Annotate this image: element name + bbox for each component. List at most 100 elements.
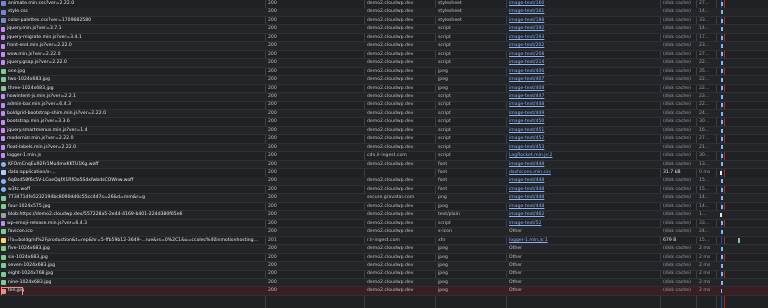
initiator-cell[interactable]: image-text/214 bbox=[509, 59, 577, 67]
request-name-cell[interactable]: bootstrap.min.js?ver=3.3.6 bbox=[0, 118, 259, 126]
table-row[interactable]: eight-1024x768.jpg 200 demo2.cloudwp.dev jp… bbox=[0, 270, 768, 279]
request-name-cell[interactable]: KFOmCnqEu92Fr1Mu4mxKKTU1Kg.woff bbox=[0, 161, 259, 169]
table-row[interactable]: i?a=boldgrid%2Fproduction&t=rep&hr=5-ffb… bbox=[0, 237, 768, 246]
table-row[interactable]: nine-1024x683.jpg 200 demo2.cloudwp.dev jpe… bbox=[0, 278, 768, 288]
request-name-cell[interactable]: blob:https://demo2.cloudwp.dev/557228a5-… bbox=[0, 211, 259, 219]
table-row[interactable]: color-palettes.css?ver=1709682580 200 demo… bbox=[0, 17, 768, 26]
request-name[interactable]: two-1024x683.jpg bbox=[8, 77, 50, 82]
initiator-cell[interactable]: image-text/451 bbox=[509, 127, 577, 135]
request-name[interactable]: front-end.min.js?ver=2.22.0 bbox=[7, 43, 72, 48]
request-name[interactable]: animate.min.css?ver=2.22.0 bbox=[8, 1, 74, 6]
request-name-cell[interactable]: four-1024x575.jpg bbox=[0, 203, 259, 211]
initiator-cell[interactable]: image-text/208 bbox=[509, 51, 577, 59]
request-name-cell[interactable]: 7734714fe5232194bc8090dd0c55cc447s=26&d=… bbox=[0, 194, 259, 202]
table-row[interactable]: jquery.min.js?ver=3.7.1 200 demo2.cloudwp.… bbox=[0, 25, 768, 34]
request-name-cell[interactable]: data:application/x-... bbox=[0, 169, 259, 177]
table-row[interactable]: bootstrap.min.js?ver=3.3.6 200 demo2.cloud… bbox=[0, 118, 768, 127]
request-name-cell[interactable]: front-end.min.js?ver=2.22.0 bbox=[0, 42, 259, 50]
request-name[interactable]: blob:https://demo2.cloudwp.dev/557228a5-… bbox=[8, 212, 182, 217]
request-name-cell[interactable]: wp-emoji-release.min.js?ver=6.4.3 bbox=[0, 220, 259, 228]
request-name[interactable]: eight-1024x768.jpg bbox=[8, 271, 53, 276]
request-name-cell[interactable]: animate.min.css?ver=2.22.0 bbox=[0, 0, 259, 8]
initiator-cell[interactable]: image-text/448 bbox=[509, 177, 577, 185]
initiator-cell[interactable]: image-text/462 bbox=[509, 211, 577, 219]
table-row[interactable]: five-1024x683.jpg 200 demo2.cloudwp.dev jpe… bbox=[0, 245, 768, 254]
request-name-cell[interactable]: admin-bar.min.js?ver=6.4.3 bbox=[0, 101, 259, 109]
initiator-cell[interactable]: logger-1.min.js:1 bbox=[509, 237, 577, 245]
table-row[interactable]: four-1024x575.jpg 200 demo2.cloudwp.dev jpe… bbox=[0, 203, 768, 212]
request-name[interactable]: wow.min.js?ver=2.22.0 bbox=[7, 52, 61, 57]
request-name-cell[interactable]: favicon.ico bbox=[0, 228, 259, 236]
table-row[interactable]: boldgrid-bootstrap-shim.min.js?ver=2.22.… bbox=[0, 109, 768, 119]
table-row[interactable]: 7734714fe5232194bc8090dd0c55cc447s=26&d=… bbox=[0, 194, 768, 203]
request-name[interactable]: float-labels.min.js?ver=2.22.0 bbox=[7, 145, 76, 150]
initiator-cell[interactable]: image-text/448 bbox=[509, 186, 577, 194]
initiator-cell[interactable]: image-text/160 bbox=[509, 0, 577, 8]
request-name[interactable]: admin-bar.min.js?ver=6.4.3 bbox=[7, 102, 71, 107]
request-name-cell[interactable]: color-palettes.css?ver=1709682580 bbox=[0, 17, 259, 25]
request-name[interactable]: jquery.min.js?ver=3.7.1 bbox=[7, 26, 62, 31]
table-row[interactable]: jquery.gsap.js?ver=2.22.0 200 demo2.cloudw… bbox=[0, 59, 768, 68]
request-name-cell[interactable]: jquery.min.js?ver=3.7.1 bbox=[0, 25, 259, 33]
initiator-cell[interactable]: dashicons.min.css bbox=[509, 169, 577, 177]
table-row[interactable]: admin-bar.min.js?ver=6.4.3 200 demo2.cloud… bbox=[0, 101, 768, 110]
request-name[interactable]: data:application/x-... bbox=[8, 170, 56, 175]
table-row[interactable]: float-labels.min.js?ver=2.22.0 200 demo2.c… bbox=[0, 143, 768, 153]
request-name-cell[interactable]: wow.min.js?ver=2.22.0 bbox=[0, 51, 259, 59]
request-name[interactable]: three-1024x683.jpg bbox=[8, 86, 54, 91]
table-row[interactable]: style.css 200 demo2.cloudwp.dev stylesheet i… bbox=[0, 8, 768, 18]
table-row[interactable]: howintent-js.min.js?ver=2.2.1 200 demo2.cl… bbox=[0, 92, 768, 102]
initiator-cell[interactable]: image-text/448 bbox=[509, 101, 577, 109]
table-row[interactable]: animate.min.css?ver=2.22.0 200 demo2.cloud… bbox=[0, 0, 768, 9]
initiator-cell[interactable]: image-text/188 bbox=[509, 17, 577, 25]
initiator-cell[interactable]: image-text/52 bbox=[509, 220, 577, 228]
initiator-cell[interactable]: image-text/450 bbox=[509, 118, 577, 126]
request-name[interactable]: i?a=boldgrid%2Fproduction&t=rep&hr=5-ffb… bbox=[8, 238, 259, 243]
table-row[interactable]: w3tc.woff 200 demo2.cloudwp.dev font image-t… bbox=[0, 186, 768, 195]
request-name[interactable]: favicon.ico bbox=[8, 229, 33, 234]
table-row[interactable]: seven-1024x683.jpg 200 demo2.cloudwp.dev jp… bbox=[0, 261, 768, 271]
request-name[interactable]: four-1024x575.jpg bbox=[8, 204, 50, 209]
request-name[interactable]: nine-1024x683.jpg bbox=[8, 280, 51, 285]
initiator-cell[interactable]: LogRocket.min.js:2 bbox=[509, 152, 577, 160]
initiator-cell[interactable]: image-text/448 bbox=[509, 161, 577, 169]
request-name-cell[interactable]: i?a=boldgrid%2Fproduction&t=rep&hr=5-ffb… bbox=[0, 237, 259, 245]
initiator-cell[interactable]: image-text/406 bbox=[509, 68, 577, 76]
table-row[interactable]: six-1024x683.jpg 200 demo2.cloudwp.dev jpeg… bbox=[0, 254, 768, 263]
table-row[interactable]: three-1024x683.jpg 200 demo2.cloudwp.dev jp… bbox=[0, 85, 768, 94]
request-name[interactable]: jquery.smartmenus.min.js?ver=1.4 bbox=[7, 128, 88, 133]
request-name-cell[interactable]: logger-1.min.js bbox=[0, 152, 259, 160]
initiator-cell[interactable]: image-text/407 bbox=[509, 76, 577, 84]
request-name[interactable]: bootstrap.min.js?ver=3.3.6 bbox=[7, 119, 70, 124]
table-row[interactable]: jquery.smartmenus.min.js?ver=1.4 200 demo2… bbox=[0, 126, 768, 136]
request-name[interactable]: KFOmCnqEu92Fr1Mu4mxKKTU1Kg.woff bbox=[8, 162, 98, 167]
request-name-cell[interactable]: float-labels.min.js?ver=2.22.0 bbox=[0, 144, 259, 152]
initiator-cell[interactable]: image-text/161 bbox=[509, 8, 577, 16]
initiator-cell[interactable]: image-text/447 bbox=[509, 93, 577, 101]
request-name[interactable]: color-palettes.css?ver=1709682580 bbox=[8, 18, 91, 23]
table-row[interactable]: blob:https://demo2.cloudwp.dev/557228a5-… bbox=[0, 211, 768, 220]
request-name-cell[interactable]: style.css bbox=[0, 8, 259, 16]
initiator-cell[interactable]: image-text/448 bbox=[509, 203, 577, 211]
request-name[interactable]: modernizr.min.js?ver=2.22.0 bbox=[7, 136, 74, 141]
initiator-cell[interactable]: image-text/453 bbox=[509, 144, 577, 152]
table-row[interactable]: data:application/x-... 200 font dashicons.m… bbox=[0, 169, 768, 178]
initiator-cell[interactable]: image-text/408 bbox=[509, 85, 577, 93]
request-name[interactable]: style.css bbox=[8, 9, 28, 14]
request-name-cell[interactable]: one.jpg bbox=[0, 68, 259, 76]
initiator-cell[interactable]: image-text/192 bbox=[509, 25, 577, 33]
initiator-cell[interactable]: image-text/193 bbox=[509, 34, 577, 42]
table-row[interactable]: two-1024x683.jpg 200 demo2.cloudwp.dev jpeg… bbox=[0, 76, 768, 85]
request-name-cell[interactable]: three-1024x683.jpg bbox=[0, 85, 259, 93]
initiator-cell[interactable]: image-text/449 bbox=[509, 110, 577, 118]
request-name[interactable]: one.jpg bbox=[8, 69, 25, 74]
table-row[interactable]: 6qBsd58f6c5V-LCoeQqfX1RfOo5S4xfwbdsCOWnw… bbox=[0, 177, 768, 187]
request-name-cell[interactable]: eight-1024x768.jpg bbox=[0, 270, 259, 278]
request-name[interactable]: boldgrid-bootstrap-shim.min.js?ver=2.22.… bbox=[7, 111, 106, 116]
request-name[interactable]: six-1024x683.jpg bbox=[8, 255, 48, 260]
initiator-cell[interactable]: image-text/202 bbox=[509, 42, 577, 50]
request-name-cell[interactable]: jquery-migrate.min.js?ver=3.4.1 bbox=[0, 34, 259, 42]
table-row[interactable]: KFOmCnqEu92Fr1Mu4mxKKTU1Kg.woff 200 demo2.… bbox=[0, 160, 768, 170]
request-name[interactable]: 7734714fe5232194bc8090dd0c55cc447s=26&d=… bbox=[8, 195, 145, 200]
request-name[interactable]: five-1024x683.jpg bbox=[8, 246, 50, 251]
